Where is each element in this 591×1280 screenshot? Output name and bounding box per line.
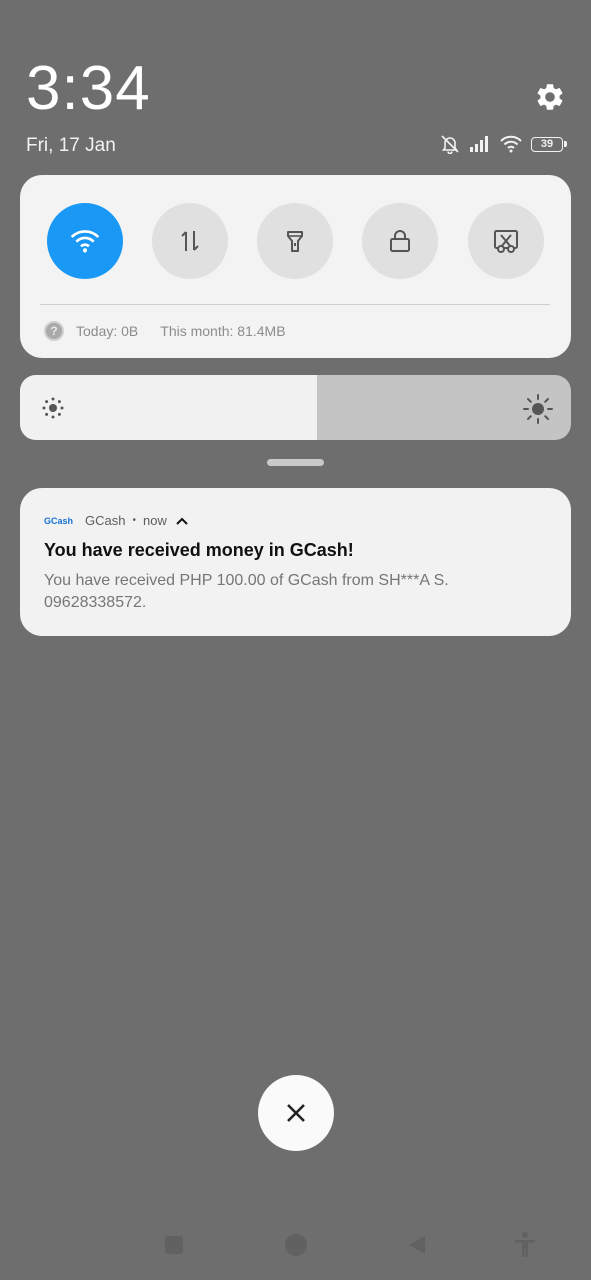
wifi-icon [70,230,100,253]
status-icons: 39 [439,133,567,155]
brightness-low-icon [42,397,64,419]
data-arrows-icon [181,231,199,251]
battery-icon: 39 [531,136,567,152]
wifi-icon [499,135,523,153]
notification-body: You have received PHP 100.00 of GCash fr… [44,572,449,611]
settings-gear-icon[interactable] [534,81,566,113]
gcash-logo: GCash [44,515,74,526]
notification-time: now [143,513,167,528]
notification-header: GCash GCash • now [44,513,188,528]
quick-settings-panel: ? Today: 0B This month: 81.4MB [20,175,571,358]
accessibility-icon[interactable] [512,1231,538,1259]
lock-icon [390,230,410,252]
chevron-up-icon[interactable] [176,517,188,525]
clock-time: 3:34 [26,54,151,123]
screenshot-toggle[interactable] [468,203,544,279]
notification-card[interactable]: GCash GCash • now You have received mone… [20,488,571,636]
mobile-data-toggle[interactable] [152,203,228,279]
recents-icon[interactable] [162,1233,186,1257]
data-usage-row[interactable]: ? Today: 0B This month: 81.4MB [44,321,286,341]
date-label: Fri, 17 Jan [26,135,116,156]
dnd-bell-off-icon [439,134,461,154]
clear-notifications-button[interactable] [258,1075,334,1151]
flashlight-toggle[interactable] [257,203,333,279]
close-icon [287,1104,305,1122]
signal-icon [469,135,491,153]
data-month-label: This month: 81.4MB [160,323,286,339]
divider [40,304,550,305]
brightness-high-icon [523,394,553,424]
flashlight-icon [287,231,303,252]
help-icon: ? [44,321,64,341]
app-name: GCash [85,513,126,528]
separator-dot: • [132,515,136,526]
wifi-toggle[interactable] [47,203,123,279]
back-icon[interactable] [405,1233,429,1257]
data-today-label: Today: 0B [76,323,139,339]
screenshot-icon [494,230,518,253]
home-icon[interactable] [282,1231,310,1259]
notification-title: You have received money in GCash! [44,540,354,560]
brightness-slider[interactable] [20,375,571,440]
drag-handle[interactable] [267,459,324,466]
lock-screen-toggle[interactable] [362,203,438,279]
navigation-bar [0,1222,591,1266]
